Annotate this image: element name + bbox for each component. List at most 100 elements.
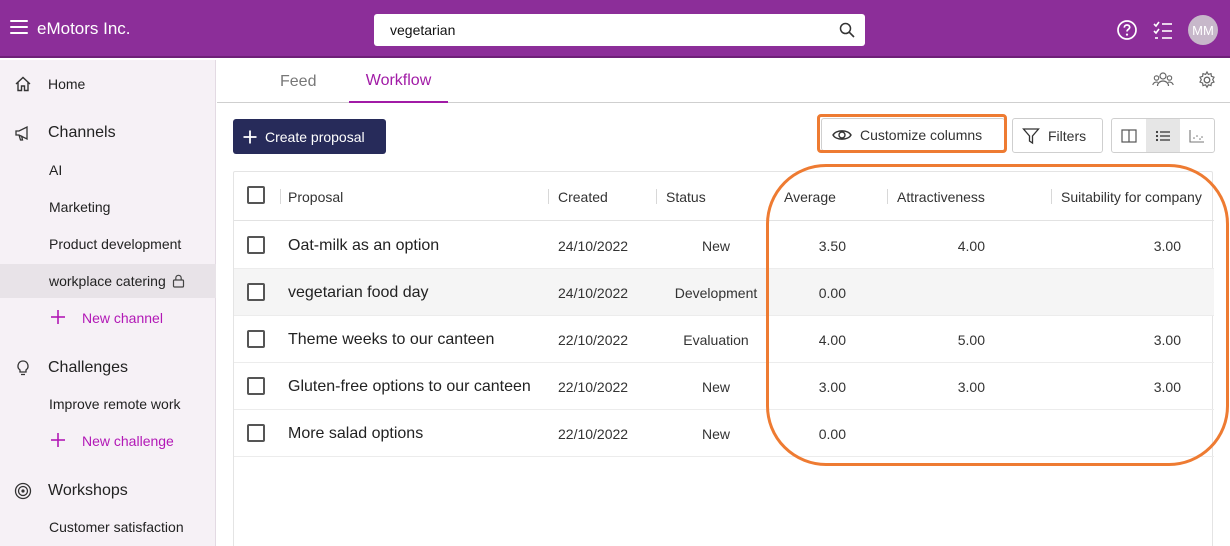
column-header-proposal[interactable]: Proposal (288, 172, 343, 221)
table-row[interactable]: Oat-milk as an option 24/10/2022 New 3.5… (234, 222, 1214, 269)
suitability-value: 3.00 (1153, 237, 1181, 254)
top-actions: MM (1116, 15, 1218, 45)
column-separator (280, 189, 281, 204)
status-value: New (701, 425, 730, 442)
megaphone-icon (15, 125, 28, 141)
customize-columns-button[interactable]: Customize columns (821, 118, 1005, 151)
select-all-checkbox[interactable] (247, 186, 265, 204)
row-checkbox[interactable] (247, 424, 265, 442)
sidebar-item-customer-satisfaction[interactable]: Customer satisfaction (0, 510, 216, 544)
proposal-title[interactable]: Gluten-free options to our canteen (288, 363, 531, 410)
average-value: 3.00 (818, 378, 846, 395)
proposal-title[interactable]: Theme weeks to our canteen (288, 316, 494, 363)
people-icon[interactable] (1152, 70, 1174, 90)
plus-icon (243, 130, 257, 143)
proposal-title[interactable]: Oat-milk as an option (288, 222, 439, 269)
created-date: 22/10/2022 (558, 331, 629, 348)
top-bar: eMotors Inc. MM (0, 0, 1230, 58)
column-header-attractiveness[interactable]: Attractiveness (897, 172, 985, 221)
split-view-button[interactable] (1112, 119, 1146, 152)
attractiveness-value: 5.00 (957, 331, 985, 348)
suitability-value (1054, 269, 1181, 316)
tab-workflow[interactable]: Workflow (349, 60, 448, 103)
search-icon[interactable] (839, 22, 855, 38)
filter-icon (1022, 127, 1040, 144)
sidebar-section-workshops[interactable]: Workshops (0, 476, 216, 506)
column-header-status[interactable]: Status (666, 172, 706, 221)
tab-tools (1152, 70, 1218, 90)
proposal-title[interactable]: vegetarian food day (288, 269, 429, 316)
create-proposal-button[interactable]: Create proposal (233, 119, 386, 154)
sidebar-item-label: AI (49, 162, 63, 178)
filters-label: Filters (1048, 127, 1087, 144)
average-value: 0.00 (818, 284, 846, 301)
menu-icon[interactable] (10, 20, 28, 34)
sidebar-section-challenges[interactable]: Challenges (0, 353, 216, 383)
column-separator (1051, 189, 1052, 204)
table-row[interactable]: Theme weeks to our canteen 22/10/2022 Ev… (234, 316, 1214, 363)
help-icon[interactable] (1116, 19, 1138, 41)
column-separator (656, 189, 657, 204)
sidebar-item-workplace-catering[interactable]: workplace catering (0, 264, 216, 298)
row-checkbox[interactable] (247, 377, 265, 395)
list-view-button[interactable] (1146, 119, 1180, 152)
table-header: Proposal Created Status Average Attracti… (234, 172, 1214, 221)
eye-icon (832, 129, 852, 140)
tab-feed[interactable]: Feed (280, 60, 316, 103)
sidebar-item-ai[interactable]: AI (0, 153, 216, 187)
filters-button[interactable]: Filters (1012, 118, 1103, 153)
new-channel-button[interactable]: New channel (0, 301, 216, 335)
proposals-table: Proposal Created Status Average Attracti… (233, 171, 1214, 546)
search-input[interactable] (374, 14, 834, 46)
created-date: 22/10/2022 (558, 425, 629, 442)
attractiveness-value: 3.00 (957, 378, 985, 395)
status-value: New (701, 378, 730, 395)
proposal-title[interactable]: More salad options (288, 410, 423, 457)
row-checkbox[interactable] (247, 283, 265, 301)
section-label: Channels (48, 124, 116, 141)
section-label: Challenges (48, 359, 129, 376)
list-view-icon (1155, 130, 1170, 141)
lock-icon (172, 274, 184, 288)
brand-name[interactable]: eMotors Inc. (37, 19, 131, 39)
column-separator (548, 189, 549, 204)
column-header-created[interactable]: Created (558, 172, 608, 221)
plus-icon (51, 310, 65, 324)
target-icon (14, 482, 32, 500)
created-date: 24/10/2022 (558, 284, 629, 301)
sidebar-item-label: workplace catering (49, 273, 166, 289)
sidebar-item-product-development[interactable]: Product development (0, 227, 216, 261)
chart-view-icon (1189, 129, 1204, 143)
gear-icon[interactable] (1196, 70, 1218, 90)
sidebar-item-marketing[interactable]: Marketing (0, 190, 216, 224)
view-switcher (1111, 118, 1215, 153)
column-separator (887, 189, 888, 204)
table-row[interactable]: More salad options 22/10/2022 New 0.00 (234, 410, 1214, 457)
home-icon (15, 76, 31, 92)
suitability-value: 3.00 (1153, 331, 1181, 348)
status-value: Evaluation (683, 331, 749, 348)
attractiveness-value (894, 410, 985, 457)
created-date: 22/10/2022 (558, 378, 629, 395)
sidebar-item-improve-remote-work[interactable]: Improve remote work (0, 387, 216, 421)
row-checkbox[interactable] (247, 330, 265, 348)
table-row[interactable]: vegetarian food day 24/10/2022 Developme… (234, 269, 1214, 316)
average-value: 4.00 (818, 331, 846, 348)
column-header-suitability[interactable]: Suitability for company (1061, 172, 1202, 221)
sidebar-item-home[interactable]: Home (0, 69, 216, 99)
suitability-value (1054, 410, 1181, 457)
column-header-average[interactable]: Average (784, 172, 836, 221)
new-challenge-button[interactable]: New challenge (0, 424, 216, 458)
avatar[interactable]: MM (1188, 15, 1218, 45)
tasks-icon[interactable] (1152, 19, 1174, 41)
customize-columns-label: Customize columns (860, 126, 983, 143)
create-proposal-label: Create proposal (265, 128, 365, 145)
attractiveness-value (894, 269, 985, 316)
row-checkbox[interactable] (247, 236, 265, 254)
average-value: 3.50 (818, 237, 846, 254)
section-label: Workshops (48, 482, 128, 499)
table-row[interactable]: Gluten-free options to our canteen 22/10… (234, 363, 1214, 410)
tab-bar: Feed Workflow (217, 60, 1230, 103)
chart-view-button[interactable] (1180, 119, 1214, 152)
sidebar-section-channels[interactable]: Channels (0, 118, 216, 148)
